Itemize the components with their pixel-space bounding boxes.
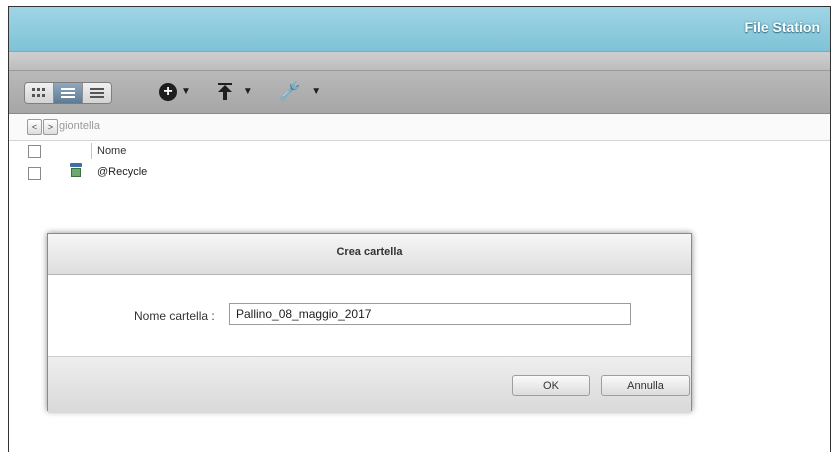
tools-button[interactable]: 🔧 ▼: [279, 81, 321, 102]
menu-bar: [9, 52, 830, 71]
toolbar-actions: + ▼ ▼ 🔧 ▼: [159, 81, 347, 102]
chevron-down-icon: ▼: [242, 86, 253, 97]
title-bar: File Station: [9, 7, 830, 52]
chevron-down-icon: ▼: [311, 86, 322, 97]
details-icon: [90, 88, 104, 98]
chevron-down-icon: ▼: [181, 86, 191, 97]
dialog-footer: OK Annulla: [48, 357, 691, 413]
upload-button[interactable]: ▼: [217, 82, 253, 101]
column-header-name[interactable]: Nome: [97, 145, 126, 157]
dialog-title: Crea cartella: [336, 246, 403, 258]
folder-name-input[interactable]: [229, 303, 631, 325]
upload-icon: [217, 82, 233, 101]
select-all-checkbox[interactable]: [28, 145, 41, 158]
dialog-body: Nome cartella :: [48, 275, 691, 357]
wrench-icon: 🔧: [278, 81, 302, 101]
plus-circle-icon: +: [159, 82, 177, 101]
back-button[interactable]: <: [27, 119, 42, 135]
row-checkbox[interactable]: [28, 167, 41, 180]
cancel-button[interactable]: Annulla: [601, 375, 690, 396]
path-bar: < > giontella: [9, 114, 830, 141]
folder-name-label: Nome cartella :: [134, 309, 215, 323]
list-view-button[interactable]: [54, 83, 83, 103]
item-name: @Recycle: [97, 166, 148, 178]
toolbar: + ▼ ▼ 🔧 ▼: [9, 71, 830, 114]
view-mode-group: [24, 82, 112, 104]
forward-button[interactable]: >: [43, 119, 58, 135]
thumbnail-view-button[interactable]: [25, 83, 54, 103]
dialog-header: Crea cartella: [48, 234, 691, 275]
column-divider: [91, 143, 92, 159]
grid-icon: [32, 88, 46, 98]
create-folder-dialog: Crea cartella Nome cartella : OK Annulla: [47, 233, 692, 413]
app-title: File Station: [744, 19, 820, 35]
details-view-button[interactable]: [83, 83, 111, 103]
list-icon: [61, 88, 75, 98]
list-item[interactable]: @Recycle: [9, 161, 830, 185]
create-folder-button[interactable]: + ▼: [159, 82, 191, 101]
current-path: giontella: [59, 120, 100, 132]
ok-button[interactable]: OK: [512, 375, 590, 396]
list-header: Nome: [9, 141, 830, 161]
recycle-bin-icon: [70, 163, 82, 177]
